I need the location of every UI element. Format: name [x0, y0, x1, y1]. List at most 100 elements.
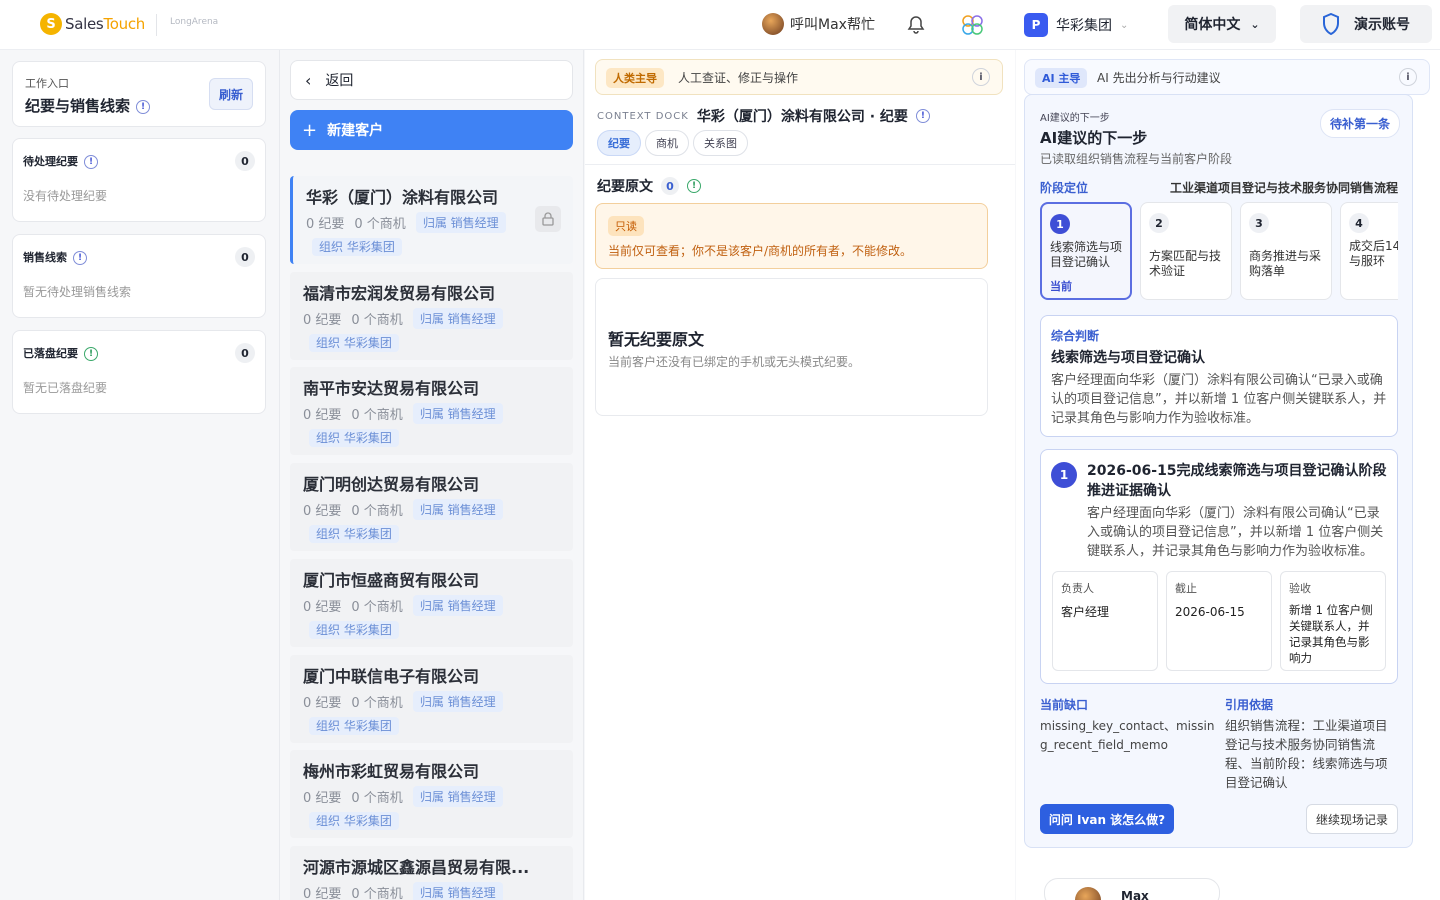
- info-icon[interactable]: i: [972, 68, 990, 86]
- stage-text: 方案匹配与技术验证: [1149, 249, 1222, 278]
- empty-memo-desc: 当前客户还没有已绑定的手机或无头模式纪要。: [608, 355, 861, 369]
- pending-memo-card[interactable]: 待处理纪要! 0 没有待处理纪要: [12, 138, 266, 222]
- new-customer-label: 新建客户: [327, 123, 384, 139]
- opportunity-count: 0 个商机: [351, 599, 403, 615]
- memo-count: 0 纪要: [303, 695, 342, 711]
- customer-item[interactable]: 梅州市彩虹贸易有限公司 0 纪要 0 个商机 归属 销售经理 组织 华彩集团: [290, 750, 573, 839]
- work-entry-label: 工作入口: [25, 77, 69, 90]
- customer-item[interactable]: 河源市源城区鑫源昌贸易有限... 0 纪要 0 个商机 归属 销售经理: [290, 845, 573, 900]
- customer-meta: 0 纪要 0 个商机 归属 销售经理: [306, 212, 506, 233]
- helper-button[interactable]: 呼叫Max帮忙: [762, 13, 875, 35]
- stage-card-2[interactable]: 2 方案匹配与技术验证: [1140, 202, 1232, 300]
- lock-icon[interactable]: [535, 206, 561, 232]
- pending-memo-empty: 没有待处理纪要: [23, 189, 108, 203]
- info-icon[interactable]: i: [1399, 68, 1417, 86]
- pending-badge[interactable]: 待补第一条: [1319, 109, 1400, 138]
- memo-count: 0 纪要: [303, 312, 342, 328]
- gap-label: 当前缺口: [1040, 698, 1089, 712]
- customer-item[interactable]: 南平市安达贸易有限公司 0 纪要 0 个商机 归属 销售经理 组织 华彩集团: [290, 367, 573, 456]
- saved-memo-count: 0: [235, 343, 255, 363]
- owner-box: 负责人 客户经理: [1052, 571, 1158, 671]
- owner-tag: 归属 销售经理: [412, 499, 503, 521]
- info-icon: !: [84, 347, 98, 361]
- back-button[interactable]: ‹ 返回: [290, 60, 573, 100]
- continue-record-button[interactable]: 继续现场记录: [1306, 804, 1398, 834]
- owner-tag: 归属 销售经理: [412, 307, 503, 329]
- account-button[interactable]: 演示账号: [1300, 5, 1432, 43]
- apps-icon[interactable]: [960, 14, 986, 36]
- stage-label: 阶段定位: [1040, 181, 1089, 195]
- due-box: 截止 2026-06-15: [1166, 571, 1272, 671]
- tab-relationship[interactable]: 关系图: [693, 130, 748, 156]
- owner-value: 客户经理: [1061, 605, 1110, 619]
- info-icon[interactable]: !: [687, 179, 701, 193]
- tab-memo[interactable]: 纪要: [597, 130, 641, 156]
- owner-label: 负责人: [1061, 582, 1094, 595]
- opportunity-count: 0 个商机: [351, 791, 403, 807]
- empty-memo-card: 暂无纪要原文 当前客户还没有已绑定的手机或无头模式纪要。: [595, 278, 988, 416]
- owner-tag: 归属 销售经理: [412, 690, 503, 712]
- info-icon[interactable]: !: [915, 109, 930, 123]
- back-label: 返回: [325, 73, 354, 89]
- logo[interactable]: S SalesTouch: [40, 13, 145, 35]
- raw-memo-count: 0: [661, 177, 679, 195]
- stage-card-4[interactable]: 4 成交后14激活与服环: [1340, 202, 1398, 300]
- customer-item[interactable]: 福清市宏润发贸易有限公司 0 纪要 0 个商机 归属 销售经理 组织 华彩集团: [290, 271, 573, 360]
- tab-opportunity[interactable]: 商机: [645, 130, 689, 156]
- acceptance-label: 验收: [1289, 582, 1311, 595]
- customer-name: 华彩（厦门）涂料有限公司: [306, 188, 499, 207]
- ask-ivan-button[interactable]: 问问 Ivan 该怎么做?: [1040, 804, 1174, 834]
- org-avatar: P: [1024, 13, 1048, 37]
- human-mode-tag: 人类主导: [606, 68, 664, 88]
- customer-item[interactable]: 厦门明创达贸易有限公司 0 纪要 0 个商机 归属 销售经理 组织 华彩集团: [290, 463, 573, 552]
- readonly-message: 当前仅可查看；你不是该客户/商机的所有者，不能修改。: [608, 244, 913, 258]
- logo-text: Sales: [65, 15, 104, 33]
- opportunity-count: 0 个商机: [351, 312, 403, 328]
- customer-item[interactable]: 厦门市恒盛商贸有限公司 0 纪要 0 个商机 归属 销售经理 组织 华彩集团: [290, 558, 573, 647]
- org-tag: 组织 华彩集团: [309, 333, 399, 352]
- due-label: 截止: [1175, 582, 1197, 595]
- stage-number: 4: [1349, 213, 1369, 233]
- sales-lead-count: 0: [235, 247, 255, 267]
- customer-name: 厦门中联信电子有限公司: [303, 666, 480, 686]
- chat-preview[interactable]: Max: [1044, 878, 1220, 900]
- customer-meta: 0 纪要 0 个商机 归属 销售经理: [303, 690, 503, 712]
- dock-title: 华彩（厦门）涂料有限公司 · 纪要: [696, 109, 908, 125]
- due-value: 2026-06-15: [1175, 605, 1245, 619]
- reference-label: 引用依据: [1225, 698, 1274, 712]
- sales-lead-card[interactable]: 销售线索! 0 暂无待处理销售线索: [12, 234, 266, 318]
- top-bar: S SalesTouch LongArena 呼叫Max帮忙 P 华彩集团 ⌄ …: [0, 0, 1440, 50]
- ai-next-step-desc: 已读取组织销售流程与当前客户阶段: [1040, 152, 1233, 166]
- helper-label: 呼叫Max帮忙: [790, 17, 875, 33]
- customer-name: 河源市源城区鑫源昌贸易有限...: [303, 857, 530, 877]
- sales-lead-empty: 暂无待处理销售线索: [23, 285, 132, 299]
- divider: [585, 164, 1015, 165]
- org-switcher[interactable]: P 华彩集团 ⌄: [1024, 13, 1128, 37]
- refresh-button[interactable]: 刷新: [209, 78, 253, 110]
- chevron-down-icon: ⌄: [1120, 19, 1129, 31]
- memo-count: 0 纪要: [306, 217, 345, 232]
- customer-name: 厦门市恒盛商贸有限公司: [303, 570, 480, 590]
- stage-card-1[interactable]: 1 线索筛选与项目登记确认 当前: [1040, 202, 1132, 300]
- language-select[interactable]: 简体中文 ⌄: [1168, 5, 1276, 43]
- owner-tag: 归属 销售经理: [412, 786, 503, 808]
- work-entry-title-row: 纪要与销售线索!: [25, 95, 151, 116]
- raw-memo-header: 纪要原文 0 !: [597, 176, 701, 196]
- new-customer-button[interactable]: + 新建客户: [290, 110, 573, 150]
- stage-card-3[interactable]: 3 商务推进与采购落单: [1240, 202, 1332, 300]
- owner-tag: 归属 销售经理: [412, 594, 503, 616]
- sales-lead-title: 销售线索: [23, 251, 67, 264]
- stage-number: 2: [1149, 213, 1169, 233]
- org-tag: 组织 华彩集团: [309, 620, 399, 639]
- customer-name: 福清市宏润发贸易有限公司: [303, 283, 496, 303]
- stage-number: 1: [1050, 214, 1070, 234]
- bell-icon[interactable]: [906, 15, 926, 35]
- customer-item[interactable]: 华彩（厦门）涂料有限公司 0 纪要 0 个商机 归属 销售经理 组织 华彩集团: [290, 176, 573, 264]
- info-icon[interactable]: !: [136, 99, 151, 114]
- customer-meta: 0 纪要 0 个商机 归属 销售经理: [303, 307, 503, 329]
- saved-memo-card[interactable]: 已落盘纪要! 0 暂无已落盘纪要: [12, 330, 266, 414]
- customer-item[interactable]: 厦门中联信电子有限公司 0 纪要 0 个商机 归属 销售经理 组织 华彩集团: [290, 654, 573, 743]
- memo-count: 0 纪要: [303, 504, 342, 520]
- dock-tabs: 纪要 商机 关系图: [597, 130, 752, 156]
- customer-name: 梅州市彩虹贸易有限公司: [303, 762, 480, 782]
